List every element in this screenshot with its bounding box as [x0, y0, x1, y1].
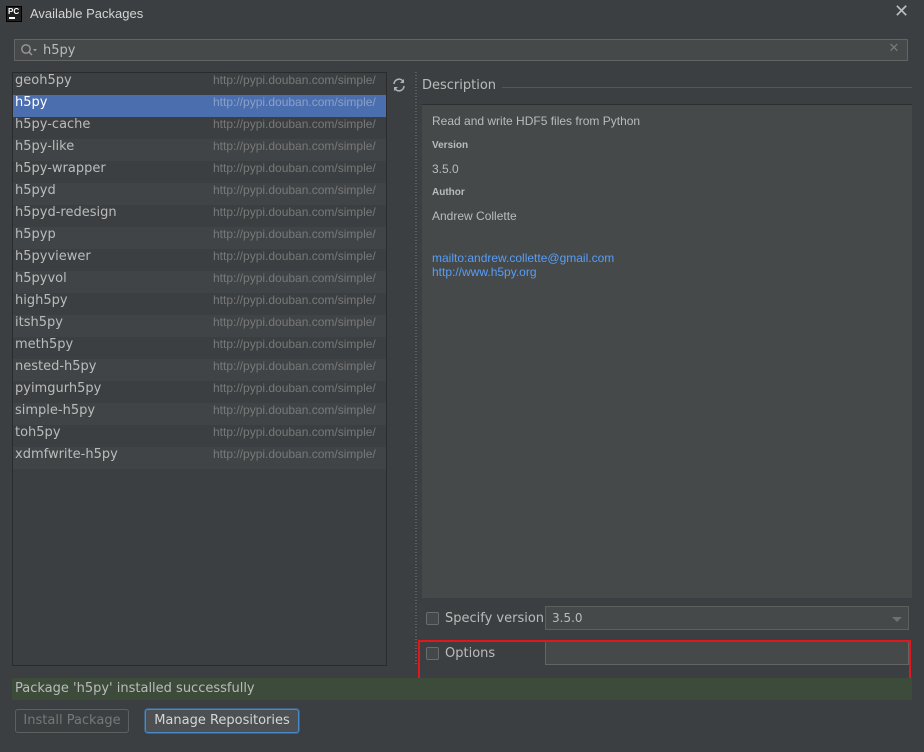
- package-name: itsh5py: [15, 315, 63, 330]
- package-row[interactable]: h5py http://pypi.douban.com/simple/: [13, 95, 386, 117]
- version-select[interactable]: 3.5.0: [545, 606, 909, 630]
- manage-repositories-button[interactable]: Manage Repositories: [145, 709, 299, 733]
- options-label: Options: [445, 646, 496, 661]
- options-checkbox[interactable]: [426, 647, 439, 660]
- author-value: Andrew Collette: [432, 209, 517, 223]
- refresh-icon[interactable]: [391, 77, 407, 93]
- package-repo: http://pypi.douban.com/simple/: [213, 161, 376, 175]
- app-icon-text: PC: [8, 7, 20, 16]
- package-row[interactable]: xdmfwrite-h5py http://pypi.douban.com/sim…: [13, 447, 386, 469]
- version-select-value: 3.5.0: [552, 611, 583, 625]
- search-box[interactable]: ✕: [14, 39, 908, 61]
- close-icon[interactable]: ✕: [894, 3, 909, 21]
- package-repo: http://pypi.douban.com/simple/: [213, 183, 376, 197]
- package-row[interactable]: h5py-wrapper http://pypi.douban.com/simpl…: [13, 161, 386, 183]
- package-name: xdmfwrite-h5py: [15, 447, 118, 462]
- status-message: Package 'h5py' installed successfully: [15, 681, 255, 696]
- package-row[interactable]: h5pyvol http://pypi.douban.com/simple/: [13, 271, 386, 293]
- package-name: toh5py: [15, 425, 61, 440]
- author-label: Author: [432, 187, 465, 198]
- package-name: high5py: [15, 293, 68, 308]
- specify-version-label: Specify version: [445, 611, 545, 626]
- package-row[interactable]: high5py http://pypi.douban.com/simple/: [13, 293, 386, 315]
- package-name: h5py: [15, 95, 48, 110]
- package-repo: http://pypi.douban.com/simple/: [213, 425, 376, 439]
- package-row[interactable]: pyimgurh5py http://pypi.douban.com/simple…: [13, 381, 386, 403]
- package-row[interactable]: h5pyviewer http://pypi.douban.com/simple/: [13, 249, 386, 271]
- panel-splitter[interactable]: [413, 72, 419, 666]
- package-name: h5py-like: [15, 139, 75, 154]
- version-label: Version: [432, 140, 469, 151]
- package-repo: http://pypi.douban.com/simple/: [213, 249, 376, 263]
- package-list[interactable]: geoh5py http://pypi.douban.com/simple/h5p…: [12, 72, 387, 666]
- title-bar: PC Available Packages ✕: [0, 0, 924, 30]
- package-repo: http://pypi.douban.com/simple/: [213, 117, 376, 131]
- options-input[interactable]: [545, 641, 909, 665]
- package-name: meth5py: [15, 337, 74, 352]
- package-name: h5pyd: [15, 183, 56, 198]
- package-name: nested-h5py: [15, 359, 97, 374]
- package-repo: http://pypi.douban.com/simple/: [213, 139, 376, 153]
- package-name: h5pyp: [15, 227, 56, 242]
- specify-version-checkbox[interactable]: [426, 612, 439, 625]
- package-repo: http://pypi.douban.com/simple/: [213, 359, 376, 373]
- package-name: h5pyd-redesign: [15, 205, 117, 220]
- list-toolbar: [387, 72, 411, 666]
- package-name: simple-h5py: [15, 403, 96, 418]
- package-row[interactable]: itsh5py http://pypi.douban.com/simple/: [13, 315, 386, 337]
- package-row[interactable]: meth5py http://pypi.douban.com/simple/: [13, 337, 386, 359]
- package-row[interactable]: simple-h5py http://pypi.douban.com/simple…: [13, 403, 386, 425]
- search-input[interactable]: [43, 41, 883, 59]
- package-name: h5pyviewer: [15, 249, 91, 264]
- description-panel: Read and write HDF5 files from Python Ve…: [422, 104, 912, 598]
- package-row[interactable]: geoh5py http://pypi.douban.com/simple/: [13, 73, 386, 95]
- package-row[interactable]: h5py-cache http://pypi.douban.com/simple/: [13, 117, 386, 139]
- package-repo: http://pypi.douban.com/simple/: [213, 95, 376, 109]
- package-repo: http://pypi.douban.com/simple/: [213, 315, 376, 329]
- package-repo: http://pypi.douban.com/simple/: [213, 205, 376, 219]
- package-repo: http://pypi.douban.com/simple/: [213, 293, 376, 307]
- package-row[interactable]: nested-h5py http://pypi.douban.com/simple…: [13, 359, 386, 381]
- package-row[interactable]: h5pyd-redesign http://pypi.douban.com/sim…: [13, 205, 386, 227]
- package-repo: http://pypi.douban.com/simple/: [213, 381, 376, 395]
- description-header: Description: [422, 78, 912, 96]
- package-summary: Read and write HDF5 files from Python: [432, 114, 641, 128]
- package-repo: http://pypi.douban.com/simple/: [213, 73, 376, 87]
- description-title: Description: [422, 78, 503, 93]
- package-repo: http://pypi.douban.com/simple/: [213, 271, 376, 285]
- package-row[interactable]: h5py-like http://pypi.douban.com/simple/: [13, 139, 386, 161]
- chevron-down-icon: [892, 617, 902, 622]
- package-name: h5py-cache: [15, 117, 91, 132]
- package-name: h5pyvol: [15, 271, 67, 286]
- package-repo: http://pypi.douban.com/simple/: [213, 447, 376, 461]
- status-bar: Package 'h5py' installed successfully: [12, 678, 912, 700]
- package-repo: http://pypi.douban.com/simple/: [213, 403, 376, 417]
- clear-icon[interactable]: ✕: [888, 42, 900, 55]
- author-email-link[interactable]: mailto:andrew.collette@gmail.com: [432, 251, 614, 265]
- window-title: Available Packages: [30, 6, 144, 21]
- header-divider: [494, 87, 912, 88]
- pycharm-icon: PC: [6, 6, 22, 22]
- package-name: h5py-wrapper: [15, 161, 106, 176]
- package-repo: http://pypi.douban.com/simple/: [213, 227, 376, 241]
- search-icon: [21, 44, 37, 56]
- package-name: pyimgurh5py: [15, 381, 102, 396]
- package-row[interactable]: h5pyd http://pypi.douban.com/simple/: [13, 183, 386, 205]
- package-row[interactable]: h5pyp http://pypi.douban.com/simple/: [13, 227, 386, 249]
- package-repo: http://pypi.douban.com/simple/: [213, 337, 376, 351]
- available-packages-dialog: PC Available Packages ✕ ✕ geoh5py http://…: [0, 0, 924, 752]
- install-package-button[interactable]: Install Package: [15, 709, 129, 733]
- package-name: geoh5py: [15, 73, 72, 88]
- homepage-link[interactable]: http://www.h5py.org: [432, 265, 537, 279]
- package-row[interactable]: toh5py http://pypi.douban.com/simple/: [13, 425, 386, 447]
- version-value: 3.5.0: [432, 162, 459, 176]
